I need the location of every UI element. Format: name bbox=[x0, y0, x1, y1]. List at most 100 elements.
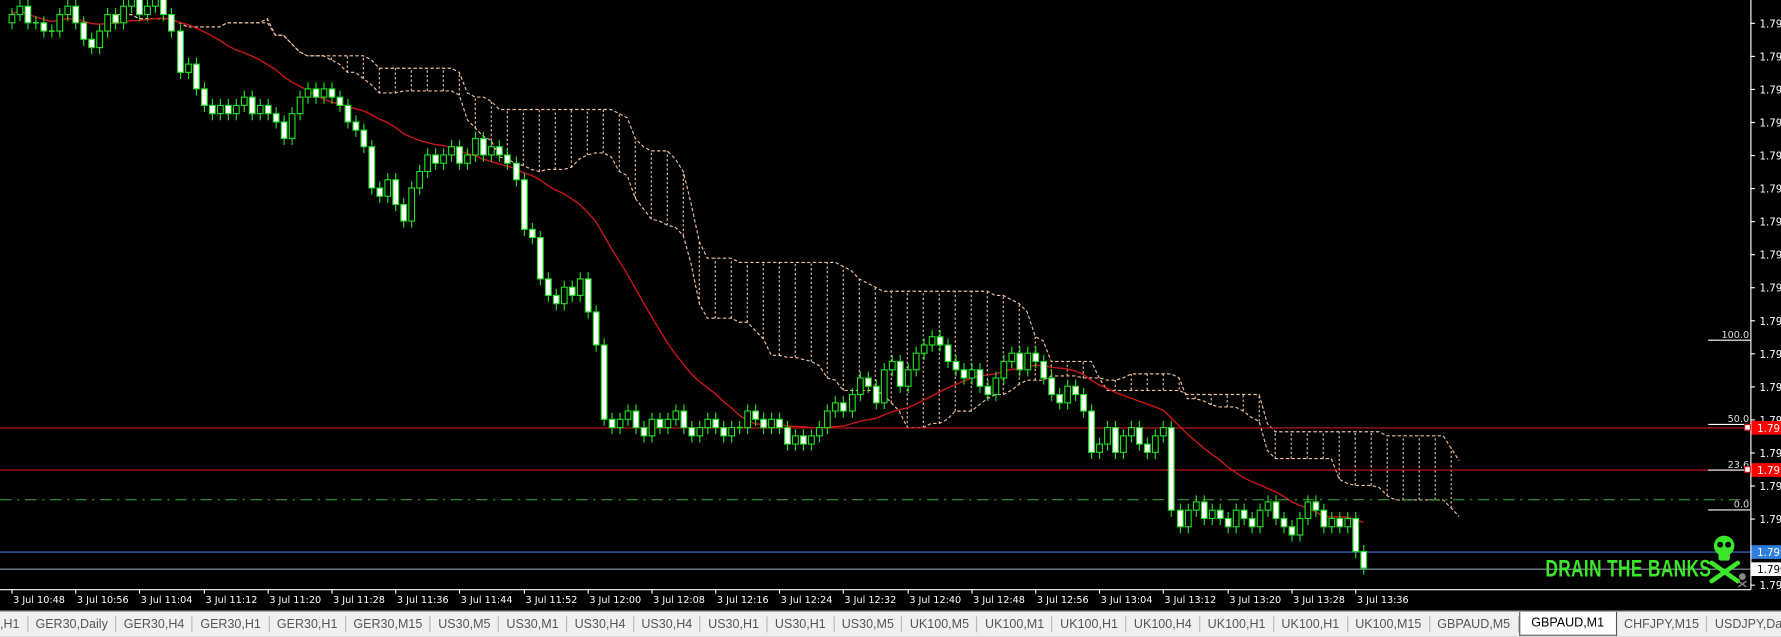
candle bbox=[648, 412, 656, 443]
chart-tab[interactable]: US30,H4 bbox=[634, 616, 701, 633]
candle bbox=[592, 305, 600, 352]
candle bbox=[248, 90, 256, 121]
candle bbox=[177, 24, 184, 79]
time-tick-label: 3 Jul 12:24 bbox=[781, 595, 833, 606]
candle-body bbox=[128, 0, 135, 7]
price-chart[interactable]: 100.050.023.60.0 1.79751.79711.79671.796… bbox=[0, 0, 1781, 611]
price-tick-label: 1.7935 bbox=[1759, 349, 1781, 361]
chart-tab[interactable]: GER30,Daily bbox=[28, 616, 117, 633]
candle-body bbox=[1320, 509, 1328, 528]
candle bbox=[1280, 511, 1288, 534]
time-axis[interactable]: 3 Jul 10:48 3 Jul 10:56 3 Jul 11:04 3 Jul 1… bbox=[11, 589, 1409, 606]
candle bbox=[1167, 420, 1175, 517]
candle-body bbox=[384, 179, 392, 197]
candle-body bbox=[1135, 427, 1143, 445]
price-tick-label: 1.7951 bbox=[1759, 217, 1781, 229]
candle-body bbox=[888, 360, 896, 371]
candle-body bbox=[456, 146, 463, 164]
chart-tab[interactable]: US30,M5 bbox=[834, 616, 903, 633]
candle-body bbox=[1104, 427, 1111, 445]
chart-window[interactable]: 100.050.023.60.0 1.79751.79711.79671.796… bbox=[0, 0, 1781, 611]
candle-body bbox=[872, 385, 880, 404]
chart-tab[interactable]: USDJPY,Daily bbox=[1708, 616, 1781, 632]
chart-tab[interactable]: UK100,H1 bbox=[1053, 616, 1127, 633]
candle-body bbox=[560, 286, 568, 305]
candle bbox=[464, 148, 471, 170]
candle bbox=[839, 396, 847, 418]
chart-tab[interactable]: GER30,H1 bbox=[269, 616, 346, 633]
candle bbox=[815, 420, 823, 443]
candle-body bbox=[1016, 352, 1024, 371]
chart-tab[interactable]: US30,H4 bbox=[567, 616, 634, 633]
chart-tab[interactable]: UK100,H1 bbox=[1274, 616, 1348, 633]
candle bbox=[208, 98, 216, 121]
candle-body bbox=[1272, 501, 1280, 520]
time-tick-label: 3 Jul 13:36 bbox=[1357, 595, 1409, 606]
candle bbox=[704, 412, 712, 435]
chart-tab-active[interactable]: GBPAUD,M1 bbox=[1518, 611, 1617, 636]
chart-tab[interactable]: GBPAUD,M5 bbox=[1430, 616, 1519, 633]
line-anchor-handle[interactable] bbox=[1744, 466, 1751, 473]
time-tick-label: 3 Jul 13:28 bbox=[1293, 595, 1345, 606]
candle bbox=[536, 230, 544, 286]
chart-tab[interactable]: UK100,M5 bbox=[902, 616, 978, 633]
chart-tab[interactable]: US30,M1 bbox=[499, 616, 568, 633]
candle bbox=[1127, 420, 1135, 443]
price-axis[interactable]: 1.7975 1.7971 1.7967 1.7963 1.7959 1.7955 1.79… bbox=[1750, 18, 1781, 592]
chart-tab[interactable]: US30,M5 bbox=[431, 616, 500, 633]
candle bbox=[872, 379, 880, 410]
candle-body bbox=[513, 162, 520, 181]
candle-body bbox=[208, 104, 216, 115]
candle bbox=[936, 330, 944, 352]
candle bbox=[400, 197, 408, 228]
chart-tab[interactable]: GER30,M15 bbox=[346, 616, 431, 633]
candle bbox=[1104, 420, 1111, 451]
candle bbox=[912, 346, 920, 377]
candle bbox=[864, 371, 872, 393]
candle-body bbox=[240, 96, 248, 106]
chart-tab[interactable]: GER30,H1 bbox=[193, 616, 270, 633]
candle bbox=[696, 420, 704, 443]
candle bbox=[944, 338, 952, 369]
candle-body bbox=[1088, 410, 1095, 453]
candle-body bbox=[232, 104, 240, 115]
time-tick-label: 3 Jul 10:48 bbox=[13, 595, 65, 606]
chart-tab[interactable]: UK100,M15 bbox=[1348, 616, 1430, 633]
candle-body bbox=[1256, 509, 1264, 528]
candle-body bbox=[400, 203, 408, 222]
candle-body bbox=[839, 402, 847, 412]
chart-tab[interactable]: CHFJPY,M15 bbox=[1617, 616, 1708, 633]
line-anchor-handle[interactable] bbox=[1744, 423, 1751, 431]
time-tick-label: 3 Jul 11:52 bbox=[526, 595, 578, 606]
time-tick-label: 3 Jul 13:12 bbox=[1164, 595, 1216, 606]
candle-body bbox=[72, 5, 80, 24]
candle bbox=[152, 0, 159, 13]
candle-body bbox=[1176, 509, 1184, 528]
fibonacci-levels: 100.050.023.60.0 bbox=[1708, 330, 1751, 511]
candle-body bbox=[80, 22, 88, 40]
chart-tab[interactable]: GER30,H4 bbox=[116, 616, 193, 633]
candle-body bbox=[664, 418, 672, 429]
candle bbox=[416, 164, 424, 195]
candle bbox=[1224, 511, 1232, 534]
candle-body bbox=[464, 154, 471, 164]
chart-tab[interactable]: UK100,M1 bbox=[978, 616, 1053, 633]
candle-body bbox=[672, 410, 680, 420]
candle-body bbox=[1264, 501, 1272, 511]
candle-body bbox=[472, 137, 479, 156]
candle bbox=[640, 420, 648, 443]
chart-tab[interactable]: US30,H1 bbox=[701, 616, 768, 633]
candle bbox=[185, 57, 192, 79]
candle bbox=[560, 280, 568, 311]
chart-tab[interactable]: US30,H1 bbox=[768, 616, 835, 633]
candle bbox=[521, 173, 528, 236]
candle bbox=[200, 82, 208, 113]
chart-tab[interactable]: ,H1 bbox=[0, 616, 29, 633]
candle-body bbox=[503, 154, 511, 164]
chart-tab[interactable]: UK100,H1 bbox=[1200, 616, 1275, 633]
candle-body bbox=[1072, 385, 1080, 396]
chart-tab[interactable]: UK100,H4 bbox=[1127, 616, 1201, 633]
candle bbox=[992, 371, 1000, 402]
candle bbox=[1296, 511, 1304, 542]
candle bbox=[304, 82, 312, 104]
